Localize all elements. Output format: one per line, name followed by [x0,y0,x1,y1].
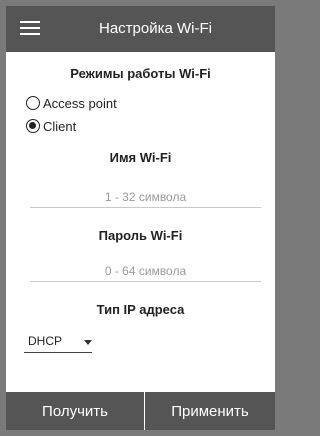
ssid-title: Имя Wi-Fi [109,150,172,165]
dropdown-arrow-icon [84,340,92,345]
radio-label-access-point: Access point [43,95,117,111]
radio-label-client: Client [43,118,77,134]
get-button[interactable]: Получить [6,392,144,430]
apply-button[interactable]: Применить [145,392,275,430]
wifi-settings-screen: Настройка Wi-Fi Режимы работы Wi-Fi Acce… [6,6,275,430]
app-header: Настройка Wi-Fi [6,6,275,52]
ssid-input[interactable] [30,186,261,208]
ip-type-selected-value: DHCP [28,334,63,348]
password-input[interactable] [30,260,261,282]
header-title: Настройка Wi-Fi [99,20,212,37]
radio-access-point[interactable]: Access point [26,94,117,112]
wifi-mode-title: Режимы работы Wi-Fi [70,66,211,81]
ip-type-title: Тип IP адреса [96,302,185,317]
radio-client[interactable]: Client [26,117,76,135]
radio-button-checked[interactable] [26,119,40,133]
radio-button-unchecked[interactable] [26,96,40,110]
hamburger-menu-icon[interactable] [20,20,40,36]
ip-type-dropdown[interactable]: DHCP [24,331,94,353]
dropdown-underline [24,352,92,353]
password-title: Пароль Wi-Fi [98,228,183,243]
footer-bar: Получить Применить [6,392,275,430]
